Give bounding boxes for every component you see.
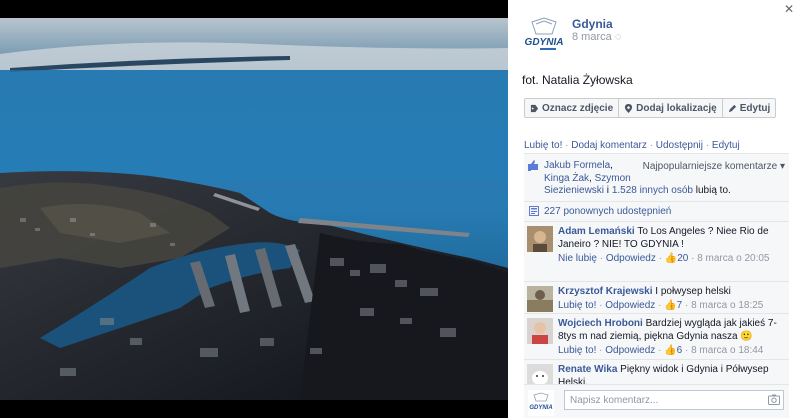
camera-icon[interactable] [768,394,780,405]
comment-sort-dropdown[interactable]: Najpopularniejsze komentarze ▾ [643,161,785,172]
add-location-label: Dodaj lokalizację [636,102,717,114]
comment-timestamp[interactable]: 8 marca o 18:44 [691,345,763,356]
comment-meta: Nie lubię · Odpowiedz · 👍20 · 8 marca o … [558,253,770,264]
comment-like-count[interactable]: 7 [677,300,683,311]
comment-meta: Lubię to! · Odpowiedz · 👍7 · 8 marca o 1… [558,300,764,311]
comment-timestamp[interactable]: 8 marca o 20:05 [697,253,769,264]
shares-count-link[interactable]: 227 ponownych udostępnień [544,206,671,217]
pencil-icon [728,104,736,112]
comment-body: Adam Lemański To Los Angeles ? Niee Rio … [558,225,786,265]
liker-link[interactable]: Siezieniewski [544,185,604,196]
avatar[interactable] [527,286,553,312]
other-likers-link[interactable]: 1.528 innych osób [612,185,693,196]
liker-link[interactable]: Kinga Żak [544,173,589,184]
gdynia-logo-icon: GDYNIA [528,390,554,416]
comment-like-link[interactable]: Nie lubię [558,253,597,264]
separator: · [562,140,572,151]
shares-row[interactable]: 227 ponownych udostępnień [524,202,789,222]
comment-author-link[interactable]: Adam Lemański [558,226,635,237]
edit-label: Edytuj [739,102,771,114]
comment-reply-link[interactable]: Odpowiedz [605,345,655,356]
comment-author-link[interactable]: Wojciech Hroboni [558,318,643,329]
comment-like-count[interactable]: 6 [677,345,683,356]
gdynia-logo-icon[interactable]: GDYNIA [522,14,566,58]
comment-author-link[interactable]: Krzysztof Krajewski [558,286,652,297]
thumbs-up-icon [528,160,538,171]
share-icon [529,206,539,216]
thumbs-up-icon: 👍 [664,345,677,356]
likes-tail: Siezieniewski i 1.528 innych osób lubią … [544,185,731,196]
comment-item: Wojciech Hroboni Bardziej wygląda jak ja… [524,314,789,360]
tag-photo-button[interactable]: Oznacz zdjęcie [525,99,620,117]
globe-icon: ◌ [614,31,622,43]
thumbs-up-icon: 👍 [664,300,677,311]
comment-item: Adam Lemański To Los Angeles ? Niee Rio … [524,222,789,282]
thumbs-up-icon: 👍 [664,253,678,264]
avatar[interactable] [527,226,553,252]
photo-actions-bar: Oznacz zdjęcie Dodaj lokalizację Edytuj [524,98,777,118]
logo-text: GDYNIA [529,405,552,411]
likes-summary: Jakub Formela, Kinga Żak, Szymon Siezien… [524,154,789,202]
comment-reply-link[interactable]: Odpowiedz [606,253,656,264]
post-date-text[interactable]: 8 marca [572,31,612,43]
aerial-port-image [0,18,508,400]
edit-link[interactable]: Edytuj [712,140,740,151]
comment-like-link[interactable]: Lubię to! [558,345,596,356]
comment-like-count[interactable]: 20 [677,253,688,264]
comment-author-link[interactable]: Renate Wika [558,364,617,375]
photo-caption: fot. Natalia Żyłowska [522,73,633,87]
comment-meta: Lubię to! · Odpowiedz · 👍6 · 8 marca o 1… [558,345,764,356]
comment-body: Krzysztof Krajewski I połwysep helski Lu… [558,285,786,312]
logo-text: GDYNIA [525,37,564,48]
likes-suffix: lubią to. [695,185,731,196]
comment-reply-link[interactable]: Odpowiedz [605,300,655,311]
page-name-link[interactable]: Gdynia [572,17,613,31]
add-comment-link[interactable]: Dodaj komentarz [571,140,647,151]
comment-text: I połwysep helski [655,286,731,297]
tag-icon [530,104,539,112]
photo-viewer [0,0,508,418]
post-header: GDYNIA Gdynia 8 marca ◌ [522,14,792,64]
comment-body: Wojciech Hroboni Bardziej wygląda jak ja… [558,317,786,357]
post-date[interactable]: 8 marca ◌ [572,31,621,43]
separator: · [646,140,656,151]
feedback-box: Jakub Formela, Kinga Żak, Szymon Siezien… [524,153,789,418]
separator: · [703,140,712,151]
sort-label: Najpopularniejsze komentarze [642,161,778,172]
edit-button[interactable]: Edytuj [723,99,776,117]
comment-like-link[interactable]: Lubię to! [558,300,596,311]
comment-input[interactable] [564,390,784,410]
liker-link[interactable]: Szymon [595,173,631,184]
aerial-photo[interactable] [0,18,508,400]
add-location-button[interactable]: Dodaj lokalizację [619,99,723,117]
share-link[interactable]: Udostępnij [656,140,703,151]
post-side-panel: ✕ GDYNIA Gdynia 8 marca ◌ fot. Natalia Ż… [508,0,800,418]
comment-item: Krzysztof Krajewski I połwysep helski Lu… [524,282,789,314]
location-pin-icon [625,103,633,113]
comment-timestamp[interactable]: 8 marca o 18:25 [691,300,763,311]
avatar[interactable] [527,318,553,344]
tag-photo-label: Oznacz zdjęcie [542,102,614,114]
like-link[interactable]: Lubię to! [524,140,562,151]
post-links-row: Lubię to! · Dodaj komentarz · Udostępnij… [524,140,740,151]
likes-names: Jakub Formela, Kinga Żak, Szymon [544,160,631,184]
liker-link[interactable]: Jakub Formela [544,160,610,171]
chevron-down-icon: ▾ [779,161,785,172]
comment-composer: GDYNIA [524,384,789,418]
